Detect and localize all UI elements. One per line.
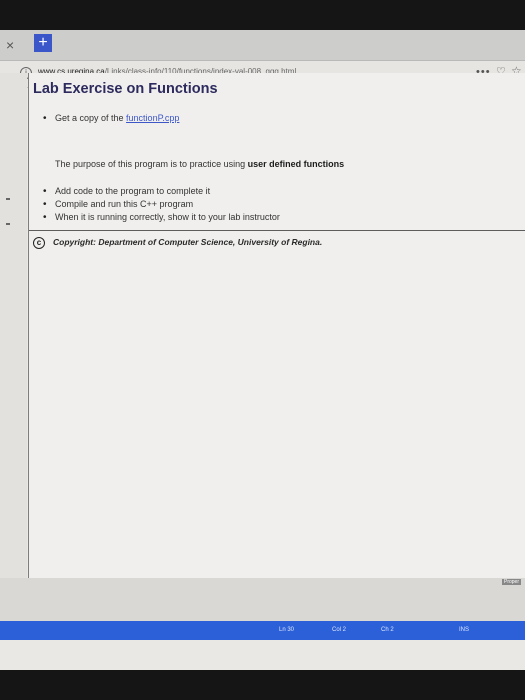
new-tab-button[interactable]: + [34, 34, 52, 52]
list-item: Add code to the program to complete it [43, 186, 280, 197]
copyright-text: Copyright: Department of Computer Scienc… [53, 237, 323, 247]
left-frame-mark [6, 223, 10, 225]
file-link[interactable]: functionP.cpp [126, 113, 179, 123]
page-content: Lab Exercise on Functions Get a copy of … [28, 73, 525, 578]
close-tab-icon[interactable]: × [6, 37, 14, 53]
list-item: When it is running correctly, show it to… [43, 212, 280, 223]
purpose-prefix: The purpose of this program is to practi… [55, 159, 248, 169]
side-panel-label[interactable]: Proper [502, 579, 522, 585]
page-title: Lab Exercise on Functions [33, 81, 218, 97]
purpose-bold: user defined functions [247, 159, 345, 169]
char-indicator: Ch 2 [381, 627, 394, 633]
left-frame [0, 73, 27, 578]
divider [29, 230, 525, 231]
copy-instructions-list: Get a copy of the functionP.cpp [43, 113, 179, 126]
copyright-icon: c [33, 237, 45, 249]
steps-list: Add code to the program to complete it C… [43, 186, 280, 225]
tab-bar: × + [0, 30, 525, 61]
list-item: Compile and run this C++ program [43, 199, 280, 210]
insert-mode-indicator: INS [459, 627, 470, 633]
left-frame-mark [6, 198, 10, 200]
list-item: Get a copy of the functionP.cpp [43, 113, 179, 124]
purpose-text: The purpose of this program is to practi… [55, 159, 344, 169]
status-bar: Ln 30 Col 2 Ch 2 INS [0, 621, 525, 640]
line-indicator: Ln 30 [279, 627, 295, 633]
item-text: Get a copy of the [55, 113, 127, 123]
column-indicator: Col 2 [332, 627, 347, 633]
